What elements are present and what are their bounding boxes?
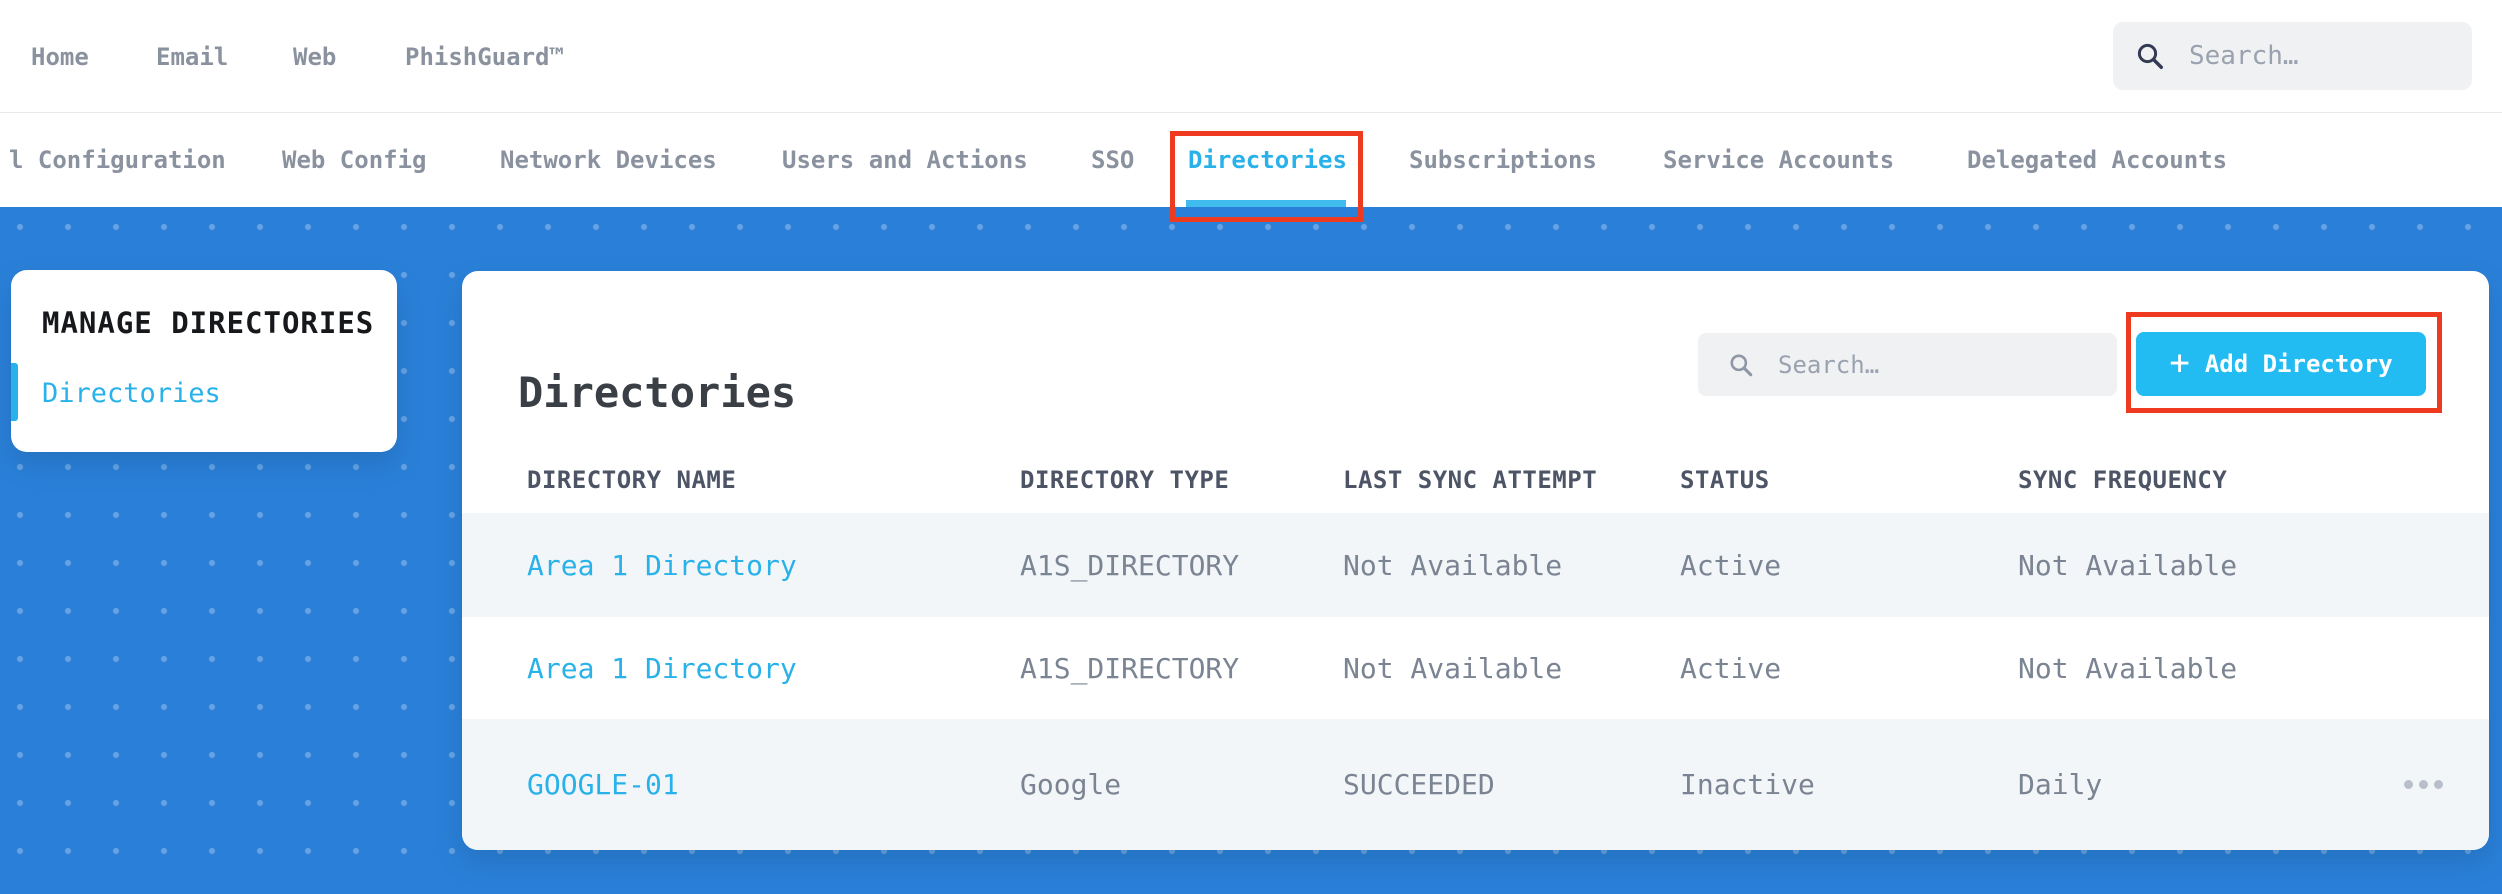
nav-item-delegated-accounts[interactable]: Delegated Accounts [1967, 113, 2227, 207]
directories-table: DIRECTORY NAME DIRECTORY TYPE LAST SYNC … [462, 447, 2489, 850]
global-search-box[interactable] [2113, 22, 2472, 90]
sync-frequency-cell: Not Available [2018, 548, 2238, 582]
row-actions-ellipsis-icon[interactable] [2398, 774, 2449, 795]
last-sync-cell: Not Available [1343, 651, 1563, 685]
nav-item-email[interactable]: Email [156, 0, 228, 113]
sync-frequency-cell: Not Available [2018, 651, 2238, 685]
directory-type-cell: A1S_DIRECTORY [1020, 548, 1240, 582]
directories-panel: Directories + Add Directory DIRECTORY NA… [462, 271, 2489, 850]
table-row: GOOGLE-01 Google SUCCEEDED Inactive Dail… [462, 719, 2489, 850]
nav-item-email-configuration[interactable]: l Configuration [9, 113, 226, 207]
add-directory-label: Add Directory [2204, 350, 2393, 378]
status-cell: Active [1680, 548, 1782, 582]
manage-directories-card: MANAGE DIRECTORIES Directories [11, 270, 397, 452]
sidebar-item-directories[interactable]: Directories [42, 378, 377, 409]
nav-item-home[interactable]: Home [31, 0, 89, 113]
directory-name-link[interactable]: Area 1 Directory [527, 652, 1020, 685]
table-row: Area 1 Directory A1S_DIRECTORY Not Avail… [462, 513, 2489, 617]
column-header-last-sync-attempt: LAST SYNC ATTEMPT [1343, 466, 1598, 494]
nav-item-directories-active[interactable]: Directories [1188, 113, 1347, 207]
plus-icon: + [2169, 342, 2190, 383]
last-sync-cell: SUCCEEDED [1343, 768, 1495, 801]
column-header-status: STATUS [1680, 466, 1770, 494]
nav-item-network-devices[interactable]: Network Devices [500, 113, 717, 207]
directory-type-cell: A1S_DIRECTORY [1020, 651, 1240, 685]
search-icon [1730, 353, 1753, 376]
sync-frequency-cell: Daily [2018, 768, 2103, 801]
nav-item-phishguard[interactable]: PhishGuard™ [405, 0, 564, 113]
nav-item-service-accounts[interactable]: Service Accounts [1663, 113, 1894, 207]
column-header-sync-frequency: SYNC FREQUENCY [2018, 466, 2228, 494]
directory-name-link[interactable]: GOOGLE-01 [527, 768, 1020, 801]
last-sync-cell: Not Available [1343, 548, 1563, 582]
sidebar-heading: MANAGE DIRECTORIES [42, 306, 375, 340]
active-tab-underline [1186, 200, 1346, 207]
page-title: Directories [518, 368, 797, 418]
nav-item-web[interactable]: Web [293, 0, 336, 113]
primary-navbar: Home Email Web PhishGuard™ [0, 0, 2502, 113]
directory-type-cell: Google [1020, 768, 1122, 801]
directory-name-link[interactable]: Area 1 Directory [527, 549, 1020, 582]
content-background: MANAGE DIRECTORIES Directories Directori… [0, 207, 2502, 894]
table-header-row: DIRECTORY NAME DIRECTORY TYPE LAST SYNC … [462, 447, 2489, 513]
nav-item-users-and-actions[interactable]: Users and Actions [782, 113, 1028, 207]
global-search-input[interactable] [2187, 40, 2454, 72]
directories-search-box[interactable] [1698, 333, 2117, 396]
status-cell: Active [1680, 651, 1782, 685]
column-header-directory-type: DIRECTORY TYPE [1020, 466, 1230, 494]
secondary-navbar: l Configuration Web Config Network Devic… [0, 113, 2502, 207]
nav-item-sso[interactable]: SSO [1091, 113, 1134, 207]
column-header-directory-name: DIRECTORY NAME [527, 466, 737, 494]
nav-item-web-config[interactable]: Web Config [282, 113, 427, 207]
directories-search-input[interactable] [1776, 349, 2101, 380]
screen: Home Email Web PhishGuard™ l Configurati… [0, 0, 2502, 894]
sidebar-active-indicator [11, 363, 18, 421]
add-directory-button[interactable]: + Add Directory [2136, 332, 2426, 396]
search-icon [2137, 43, 2163, 69]
nav-item-subscriptions[interactable]: Subscriptions [1409, 113, 1597, 207]
status-cell: Inactive [1680, 768, 1815, 801]
table-row: Area 1 Directory A1S_DIRECTORY Not Avail… [462, 617, 2489, 719]
